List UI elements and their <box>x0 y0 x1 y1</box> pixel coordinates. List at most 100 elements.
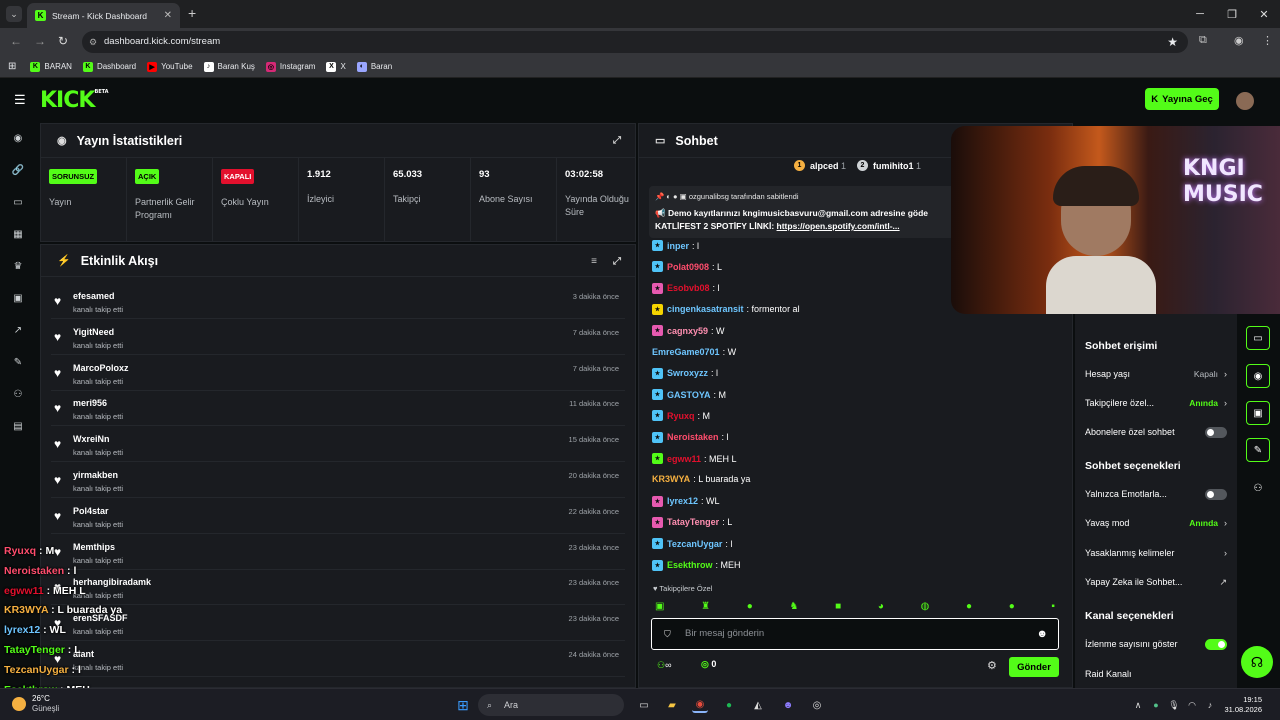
bookmark-star-icon[interactable]: ★ <box>1167 31 1178 53</box>
tray-app-icon[interactable]: ● <box>1148 697 1164 713</box>
emote-icon[interactable]: ◍ <box>921 601 930 612</box>
users-tool-icon[interactable]: ⚇ <box>1246 476 1270 500</box>
tools-icon[interactable]: ✎ <box>12 356 24 368</box>
banned-words-setting[interactable]: Yasaklanmış kelimeler › <box>1085 546 1227 560</box>
pinned-link[interactable]: https://open.spotify.com/intl-... <box>777 221 900 231</box>
bookmark-item[interactable]: ♪ Baran Kuş <box>203 61 255 72</box>
close-window-icon[interactable]: ✕ <box>1248 0 1280 28</box>
clip-tool-icon[interactable]: ▣ <box>1246 401 1270 425</box>
tray-chevron-icon[interactable]: ∧ <box>1130 697 1146 713</box>
users-icon[interactable]: ⚇∞ <box>657 660 672 671</box>
link-icon[interactable]: 🔗 <box>12 164 24 176</box>
emoji-icon[interactable]: ☻ <box>1036 619 1048 649</box>
feed-username[interactable]: yirmakben <box>73 470 118 480</box>
chat-username[interactable]: TatayTenger <box>667 517 719 527</box>
feed-username[interactable]: YigitNeed <box>73 327 114 337</box>
chat-username[interactable]: Swroxyzz <box>667 368 708 378</box>
filter-icon[interactable]: ≡ <box>591 256 597 267</box>
emote-icon[interactable]: ● <box>966 601 972 612</box>
site-info-icon[interactable]: ⚙ <box>89 31 97 53</box>
send-button[interactable]: Gönder <box>1009 657 1059 677</box>
reload-icon[interactable]: ↻ <box>58 34 68 48</box>
chat-username[interactable]: Ryuxq <box>667 411 695 421</box>
chat-username[interactable]: Esekthrow <box>667 560 713 570</box>
window-icon[interactable]: ▭ <box>12 196 24 208</box>
chat-username[interactable]: inper <box>667 241 689 251</box>
media-icon[interactable]: ▣ <box>12 292 24 304</box>
extensions-icon[interactable]: ⧉ <box>1199 34 1207 47</box>
leaderboard-entry[interactable]: 2 fumihito1 1 <box>857 160 921 171</box>
feed-username[interactable]: efesamed <box>73 291 115 301</box>
emote-icon[interactable]: ♜ <box>701 601 710 612</box>
spotify-icon[interactable]: ● <box>721 697 737 713</box>
go-live-button[interactable]: K Yayına Geç <box>1145 88 1219 110</box>
bookmark-item[interactable]: ◎ Instagram <box>265 61 315 72</box>
back-icon[interactable]: ← <box>10 34 22 48</box>
feed-username[interactable]: WxreiNn <box>73 434 110 444</box>
chat-username[interactable]: GASTOYA <box>667 390 711 400</box>
browser-menu-icon[interactable]: ⋮ <box>1262 34 1273 47</box>
emotes-only-toggle[interactable] <box>1205 488 1227 500</box>
chat-username[interactable]: TezcanUygar <box>667 539 722 549</box>
feed-username[interactable]: Pol4star <box>73 506 109 516</box>
profile-icon[interactable]: ◉ <box>1234 34 1244 47</box>
ai-chat-setting[interactable]: Yapay Zeka ile Sohbet... ↗ <box>1085 575 1227 589</box>
volume-icon[interactable]: ♪ <box>1202 697 1218 713</box>
trophy-icon[interactable]: ♛ <box>12 260 24 272</box>
expand-icon[interactable]: ⤢ <box>613 135 621 146</box>
stream-tool-icon[interactable]: ◉ <box>1246 364 1270 388</box>
chat-settings-icon[interactable]: ⚙ <box>987 659 997 672</box>
expand-icon[interactable]: ⤢ <box>613 256 621 267</box>
analytics-icon[interactable]: ↗ <box>12 324 24 336</box>
wallet-icon[interactable]: ▤ <box>12 420 24 432</box>
tab-close-icon[interactable]: ✕ <box>164 10 172 21</box>
obs-icon[interactable]: ◎ <box>809 697 825 713</box>
browser-tab[interactable]: K Stream - Kick Dashboard ✕ <box>27 3 180 28</box>
weather-widget[interactable]: 26°C Güneşli <box>12 694 59 714</box>
community-icon[interactable]: ⚇ <box>12 388 24 400</box>
chrome-icon[interactable]: ◉ <box>692 697 708 713</box>
show-viewers-toggle[interactable] <box>1205 638 1227 650</box>
kick-logo[interactable]: KICKBETA <box>40 88 109 113</box>
discord-icon[interactable]: ☻ <box>780 697 796 713</box>
hamburger-menu-icon[interactable]: ☰ <box>14 92 26 108</box>
bookmark-item[interactable]: K Dashboard <box>82 61 136 72</box>
channel-points[interactable]: ◎ 0 <box>701 659 716 670</box>
chat-username[interactable]: Esobvb08 <box>667 283 710 293</box>
chat-username[interactable]: Polat0908 <box>667 262 709 272</box>
pinned-message[interactable]: 📌 ◐ ● ▣ ozgunalibsg tarafından sabitlend… <box>649 186 962 238</box>
raid-channel-setting[interactable]: Raid Kanalı <box>1085 667 1227 681</box>
feed-username[interactable]: meri956 <box>73 398 107 408</box>
apps-icon[interactable]: ⊞ <box>8 61 16 72</box>
chat-username[interactable]: lyrex12 <box>667 496 698 506</box>
emote-icon[interactable]: ◕ <box>878 601 884 612</box>
chat-message-input[interactable]: ⛉ Bir mesaj gönderin ☻ <box>651 618 1059 650</box>
restore-icon[interactable]: ❐ <box>1216 0 1248 28</box>
chat-username[interactable]: cagnxy59 <box>667 326 708 336</box>
emote-icon[interactable]: ▪ <box>1051 601 1055 612</box>
taskbar-search[interactable]: ⌕ Ara <box>478 694 624 716</box>
app-icon[interactable]: ◭ <box>750 697 766 713</box>
chat-username[interactable]: KR3WYA <box>652 474 690 484</box>
chat-username[interactable]: cingenkasatransit <box>667 304 744 314</box>
emote-icon[interactable]: ▣ <box>655 601 664 612</box>
task-view-icon[interactable]: ▭ <box>636 697 652 713</box>
leaderboard-entry[interactable]: 1 alpced 1 <box>794 160 846 171</box>
slow-mode-setting[interactable]: Yavaş mod Anında › <box>1085 516 1227 530</box>
new-tab-icon[interactable]: + <box>188 5 196 21</box>
chat-username[interactable]: EmreGame0701 <box>652 347 720 357</box>
forward-icon[interactable]: → <box>34 34 46 48</box>
microphone-icon[interactable]: 🎙 <box>1166 697 1182 713</box>
support-icon[interactable]: ☊ <box>1241 646 1273 678</box>
stream-icon[interactable]: ◉ <box>12 132 24 144</box>
mod-tool-icon[interactable]: ✎ <box>1246 438 1270 462</box>
emote-icon[interactable]: ● <box>1009 601 1015 612</box>
bookmark-item[interactable]: K BARAN <box>30 61 72 72</box>
bookmark-item[interactable]: ◐ Baran <box>356 61 392 72</box>
user-avatar[interactable] <box>1236 92 1254 110</box>
file-explorer-icon[interactable]: ▰ <box>664 697 680 713</box>
tab-search-icon[interactable]: ⌄ <box>6 6 22 22</box>
emote-icon[interactable]: ♞ <box>789 601 798 612</box>
chat-username[interactable]: Neroistaken <box>667 432 719 442</box>
url-field[interactable]: ⚙ dashboard.kick.com/stream ★ <box>82 31 1188 53</box>
